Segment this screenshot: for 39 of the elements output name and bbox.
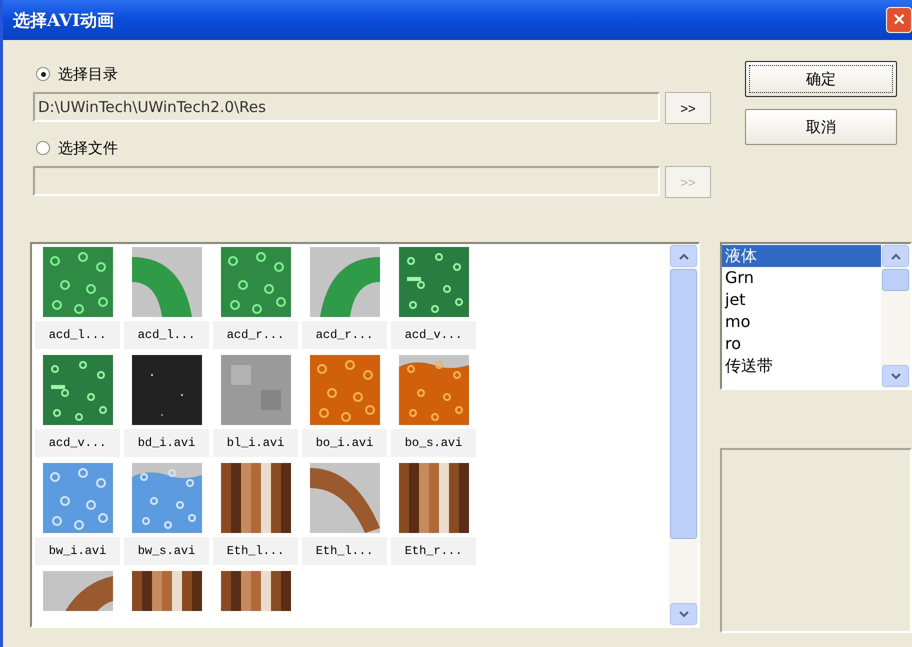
scroll-up-icon	[890, 252, 900, 260]
scrollbar[interactable]	[881, 244, 910, 388]
category-item[interactable]: mo	[722, 311, 881, 333]
category-item[interactable]: jet	[722, 289, 881, 311]
file-name[interactable]: bw_i.avi	[35, 537, 120, 565]
cancel-button[interactable]: 取消	[745, 109, 897, 145]
scrollbar[interactable]	[669, 244, 698, 626]
scroll-thumb[interactable]	[670, 269, 697, 539]
category-item[interactable]: 液体	[722, 245, 881, 267]
file-name[interactable]: acd_r...	[213, 321, 298, 349]
file-name[interactable]: bo_i.avi	[302, 429, 387, 457]
file-name[interactable]: acd_l...	[124, 321, 209, 349]
path-field[interactable]	[33, 166, 660, 196]
file-name[interactable]: bw_s.avi	[124, 537, 209, 565]
ok-button[interactable]: 确定	[745, 61, 897, 97]
path-field[interactable]: D:\UWinTech\UWinTech2.0\Res	[33, 92, 660, 122]
file-name[interactable]: acd_v...	[391, 321, 476, 349]
file-name[interactable]: Eth_r...	[391, 537, 476, 565]
category-item[interactable]: 传送带	[722, 355, 881, 377]
scroll-down-icon	[890, 372, 900, 380]
file-name[interactable]: acd_v...	[35, 429, 120, 457]
category-item[interactable]: ro	[722, 333, 881, 355]
file-name[interactable]: acd_l...	[35, 321, 120, 349]
file-name[interactable]: bd_i.avi	[124, 429, 209, 457]
scroll-down-icon	[678, 610, 688, 618]
category-item[interactable]: Grn	[722, 267, 881, 289]
scroll-up-icon	[678, 252, 688, 260]
file-name[interactable]: Eth_l...	[213, 537, 298, 565]
scroll-thumb[interactable]	[882, 269, 909, 291]
file-name[interactable]: Eth_l...	[302, 537, 387, 565]
radio-button[interactable]	[36, 67, 50, 81]
file-name[interactable]: bl_i.avi	[213, 429, 298, 457]
radio-label: 选择文件	[58, 138, 118, 158]
file-name[interactable]: bo_s.avi	[391, 429, 476, 457]
window-title: 选择AVI动画	[13, 10, 114, 32]
file-name[interactable]: acd_r...	[302, 321, 387, 349]
close-button[interactable]: ✕	[886, 7, 912, 33]
browse-button[interactable]: >>	[665, 92, 711, 124]
radio-label: 选择目录	[58, 64, 118, 84]
